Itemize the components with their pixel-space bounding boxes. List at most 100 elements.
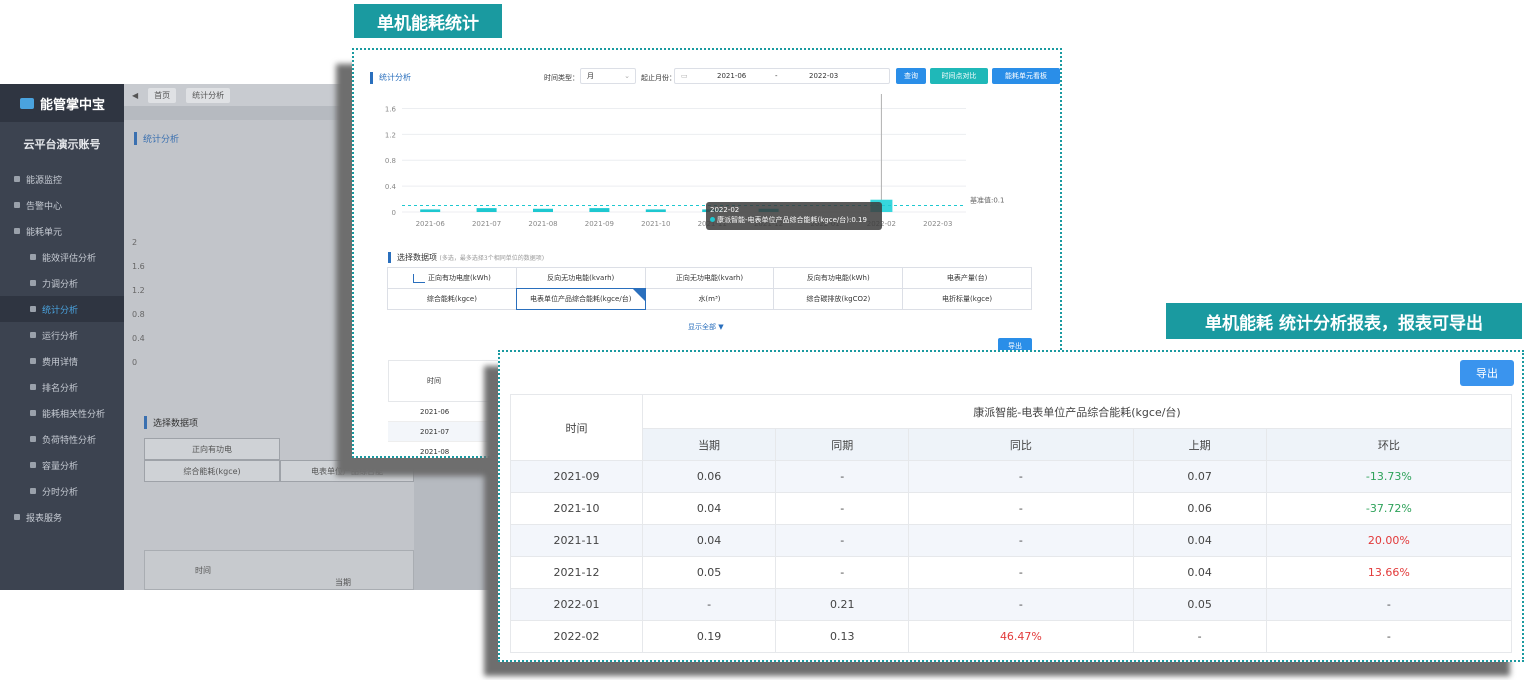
chart-bar xyxy=(533,208,553,212)
chart-bar xyxy=(420,209,441,212)
sidebar-item[interactable]: 费用详情 xyxy=(0,348,124,374)
sidebar-item[interactable]: 力调分析 xyxy=(0,270,124,296)
report-cell-cur: 0.05 xyxy=(641,556,777,589)
metric-option[interactable]: 反向有功电能(kWh) xyxy=(773,267,904,289)
metric-option[interactable]: 正向有功电度(kWh) xyxy=(387,267,517,289)
report-cell-time: 2021-09 xyxy=(510,460,643,493)
x-tick-label: 2021-10 xyxy=(641,220,670,228)
y-tick-label: 0.8 xyxy=(385,157,396,165)
tab-stats[interactable]: 统计分析 xyxy=(186,87,231,103)
report-cell-yoy: - xyxy=(908,556,1134,589)
app-name: 能管掌中宝 xyxy=(40,97,106,113)
sidebar-item[interactable]: 排名分析 xyxy=(0,374,124,400)
sidebar-item[interactable]: 能源监控 xyxy=(0,166,124,192)
metric-cell[interactable]: 正向有功电 xyxy=(144,438,280,460)
table-header-time: 时间 xyxy=(195,566,211,575)
caret-down-icon: ▼ xyxy=(718,323,724,331)
sidebar-item[interactable]: 容量分析 xyxy=(0,452,124,478)
sidebar-item[interactable]: 分时分析 xyxy=(0,478,124,504)
x-tick-label: 2021-08 xyxy=(528,220,557,228)
time-type-label: 时间类型： xyxy=(544,74,579,82)
menu-item-icon xyxy=(14,176,20,182)
y-tick-label: 1.2 xyxy=(385,131,396,139)
report-header-mom: 环比 xyxy=(1265,428,1513,461)
show-all-label: 显示全部 xyxy=(688,323,716,331)
metric-option[interactable]: 反向无功电能(kvarh) xyxy=(515,267,646,289)
report-export-button[interactable]: 导出 xyxy=(1460,360,1514,386)
table-row: 2021-09 0.06- -0.07 -13.73% xyxy=(510,460,1513,493)
sidebar-item[interactable]: 能耗单元 xyxy=(0,218,124,244)
metric-option[interactable]: 综合能耗(kgce) xyxy=(387,288,517,310)
select-data-hint: (多选，最多选择3个相同单位的数据项) xyxy=(439,255,545,262)
report-cell-mom: -13.73% xyxy=(1265,460,1513,493)
month-range-picker[interactable]: ▭ 2021-06 - 2022-03 xyxy=(674,68,890,84)
report-header-current: 当期 xyxy=(641,428,777,461)
sidebar-item[interactable]: 能耗相关性分析 xyxy=(0,400,124,426)
metric-label: 电折标量(kgce) xyxy=(942,295,993,303)
metric-option[interactable]: 正向无功电能(kvarh) xyxy=(644,267,775,289)
metric-option[interactable]: 综合碳排放(kgCO2) xyxy=(773,288,904,310)
metric-option[interactable]: 电折标量(kgce) xyxy=(902,288,1032,310)
metric-label: 综合碳排放(kgCO2) xyxy=(806,295,871,303)
report-cell-cur: 0.19 xyxy=(641,620,777,653)
metric-option[interactable]: 电表产量(台) xyxy=(902,267,1032,289)
energy-bar-chart: 0 0.4 0.8 1.2 1.6 2021-06 2021-07 2021-08 2021-0… xyxy=(385,94,1005,228)
x-tick-label: 2021-07 xyxy=(472,220,501,228)
menu-item-icon xyxy=(30,306,36,312)
chevron-down-icon: ⌄ xyxy=(624,72,630,80)
panel-title: 统计分析 xyxy=(134,132,179,145)
sidebar-item[interactable]: 能效评估分析 xyxy=(0,244,124,270)
tab-prev-icon[interactable]: ◀ xyxy=(132,91,138,100)
report-header-previous: 上期 xyxy=(1132,428,1267,461)
sidebar-item-label: 能耗相关性分析 xyxy=(42,409,106,420)
metric-option[interactable]: 电表单位产品综合能耗(kgce/台) xyxy=(515,288,646,310)
metric-label: 正向无功电能(kvarh) xyxy=(675,274,744,282)
report-cell-yoy: - xyxy=(908,492,1134,525)
sidebar-item[interactable]: 告警中心 xyxy=(0,192,124,218)
sidebar-item[interactable]: 报表服务 xyxy=(0,504,124,530)
menu-item-icon xyxy=(30,358,36,364)
report-cell-yoy: - xyxy=(908,524,1134,557)
background-table: 时间 当期 xyxy=(144,550,414,590)
unit-board-button[interactable]: 能耗单元看板 xyxy=(992,68,1060,84)
tab-home[interactable]: 首页 xyxy=(148,87,177,103)
sidebar-item-label: 能耗单元 xyxy=(26,227,63,238)
report-cell-yoy: 46.47% xyxy=(908,620,1134,653)
account-name: 云平台演示账号 xyxy=(23,138,101,151)
time-type-select[interactable]: 月 ⌄ xyxy=(580,68,636,84)
menu-item-icon xyxy=(30,384,36,390)
report-cell-cur: 0.04 xyxy=(641,524,777,557)
select-data-label: 选择数据项 xyxy=(397,253,437,262)
time-compare-button[interactable]: 时间点对比 xyxy=(930,68,988,84)
sidebar-item[interactable]: 负荷特性分析 xyxy=(0,426,124,452)
report-cell-time: 2021-11 xyxy=(510,524,643,557)
report-cell-same: - xyxy=(775,556,910,589)
menu-item-icon xyxy=(30,254,36,260)
query-button[interactable]: 查询 xyxy=(896,68,926,84)
report-cell-mom: - xyxy=(1265,620,1513,653)
report-body: 2021-09 0.06- -0.07 -13.73% 2021-10 0.04- -0.0… xyxy=(510,460,1513,653)
report-cell-prev: 0.07 xyxy=(1132,460,1267,493)
sidebar-item-label: 容量分析 xyxy=(42,461,79,472)
sidebar-item[interactable]: 统计分析 xyxy=(0,296,124,322)
sidebar-item-label: 运行分析 xyxy=(42,331,79,342)
sidebar-item-label: 负荷特性分析 xyxy=(42,435,97,446)
chart-tooltip: 2022-02 康派智能-电表单位产品综合能耗(kgce/台):0.19 xyxy=(706,202,882,230)
range-end: 2022-03 xyxy=(809,72,839,80)
sidebar-item[interactable]: 运行分析 xyxy=(0,322,124,348)
metric-label: 水(m³) xyxy=(698,295,721,303)
report-cell-time: 2021-12 xyxy=(510,556,643,589)
line-chart-icon xyxy=(412,273,425,283)
table-row: 2022-01-0.21-0.05- xyxy=(510,588,1513,621)
banner-title-top: 单机能耗统计 xyxy=(354,4,502,38)
metric-cell[interactable]: 综合能耗(kgce) xyxy=(144,460,280,482)
y-tick: 1.6 xyxy=(132,262,145,271)
report-cell-mom: - xyxy=(1265,588,1513,621)
report-header-yoy: 同比 xyxy=(908,428,1134,461)
metric-option[interactable]: 水(m³) xyxy=(644,288,775,310)
sidebar-item-label: 统计分析 xyxy=(42,305,79,316)
show-all-link[interactable]: 显示全部 ▼ xyxy=(688,322,724,332)
range-label: 起止月份： xyxy=(641,74,676,82)
x-tick-label: 2021-06 xyxy=(416,220,446,228)
y-tick-label: 0 xyxy=(392,209,396,217)
